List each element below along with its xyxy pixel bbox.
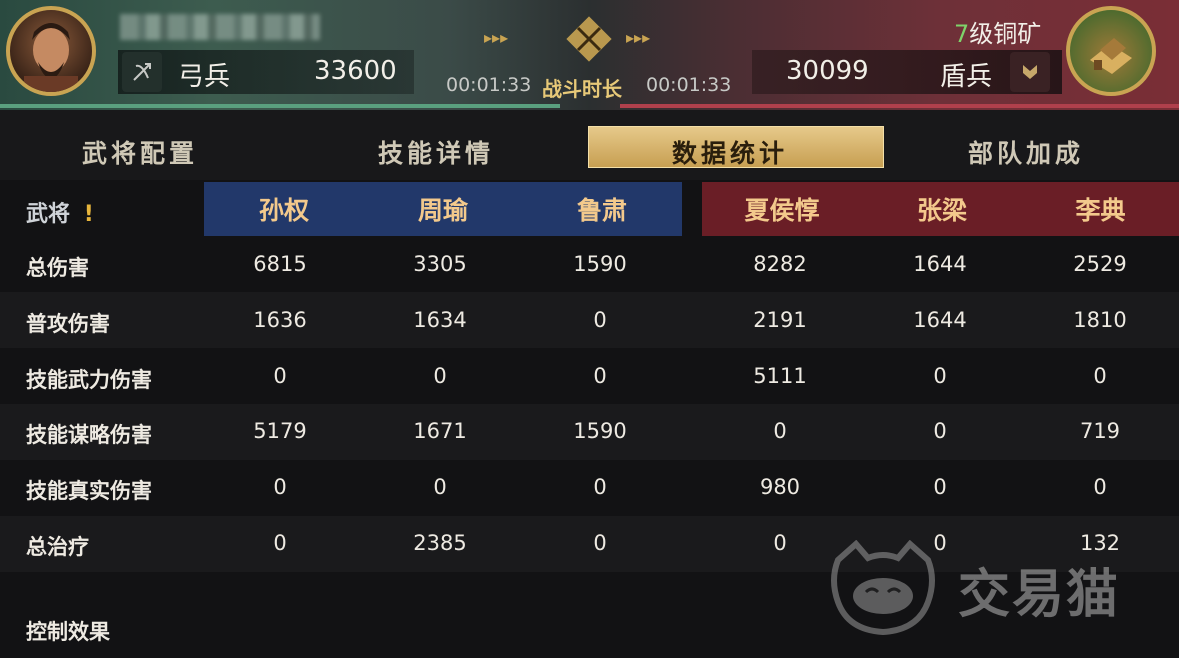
row-label: 总治疗 — [26, 535, 89, 559]
general-header-4[interactable]: 张梁 — [862, 182, 1022, 236]
battle-header: 弓兵 33600 ▸▸▸ ▸▸▸ 00:01:33 战斗时长 00:01:33 … — [0, 0, 1179, 110]
table-cell: 8282 — [753, 252, 807, 276]
copper-mine-icon — [1090, 38, 1132, 74]
table-cell: 1636 — [253, 308, 307, 332]
table-cell: 2529 — [1073, 252, 1127, 276]
general-portrait-icon — [24, 23, 78, 92]
right-troop-type: 盾兵 — [940, 62, 993, 92]
table-cell: 2191 — [753, 308, 807, 332]
table-cell: 0 — [1093, 475, 1107, 499]
table-cell: 0 — [1093, 364, 1107, 388]
table-cell: 0 — [273, 364, 287, 388]
left-troop-type: 弓兵 — [178, 62, 231, 92]
row-label: 总伤害 — [26, 256, 89, 280]
table-cell: 0 — [933, 475, 947, 499]
table-cell: 0 — [593, 364, 607, 388]
tab-general-config[interactable]: 武将配置 — [82, 134, 198, 170]
table-cell: 2385 — [413, 531, 467, 555]
table-cell: 0 — [773, 419, 787, 443]
archer-badge — [122, 52, 162, 92]
shield-icon — [1023, 65, 1037, 79]
city-level: 7级铜矿 — [954, 14, 1041, 49]
table-cell: 1644 — [913, 308, 967, 332]
table-cell: 0 — [433, 475, 447, 499]
table-cell: 0 — [593, 531, 607, 555]
city-level-number: 7 — [954, 20, 970, 48]
table-cell: 1590 — [573, 419, 627, 443]
shield-badge — [1010, 52, 1050, 92]
left-team-line — [0, 104, 560, 108]
table-cell: 6815 — [253, 252, 307, 276]
table-cell: 0 — [433, 364, 447, 388]
watermark: 交易猫 — [828, 539, 1118, 640]
general-header-1[interactable]: 周瑜 — [364, 182, 522, 236]
table-cell: 0 — [593, 475, 607, 499]
table-cell: 1671 — [413, 419, 467, 443]
left-troop-count: 33600 — [314, 56, 397, 86]
crossed-swords-icon — [564, 14, 614, 64]
row-label: 技能真实伤害 — [26, 479, 152, 503]
general-header-3[interactable]: 夏侯惇 — [702, 182, 862, 236]
blurred-player-name — [120, 14, 320, 40]
tab-troop-bonus[interactable]: 部队加成 — [968, 134, 1084, 170]
general-label: 武将 — [26, 202, 71, 227]
general-header-label: 武将 ! — [26, 196, 94, 228]
table-cell: 1644 — [913, 252, 967, 276]
right-battle-time: 00:01:33 — [646, 74, 732, 96]
left-arrows-icon: ▸▸▸ — [484, 28, 509, 47]
table-cell: 0 — [273, 475, 287, 499]
table-cell: 1590 — [573, 252, 627, 276]
tab-data-statistics[interactable]: 数据统计 — [672, 134, 788, 170]
right-arrows-icon: ▸▸▸ — [626, 28, 651, 47]
general-header-5[interactable]: 李典 — [1022, 182, 1179, 236]
control-effects-section: 控制效果 — [26, 620, 110, 644]
table-cell: 0 — [273, 531, 287, 555]
left-player-avatar[interactable] — [6, 6, 96, 96]
bow-icon — [133, 63, 151, 81]
general-header-0[interactable]: 孙权 — [204, 182, 364, 236]
table-cell: 1634 — [413, 308, 467, 332]
table-cell: 719 — [1079, 419, 1121, 443]
table-cell: 5179 — [253, 419, 307, 443]
table-cell: 1810 — [1073, 308, 1127, 332]
table-cell: 0 — [933, 364, 947, 388]
table-cell: 3305 — [413, 252, 467, 276]
right-troop-count: 30099 — [786, 56, 869, 86]
row-label: 技能谋略伤害 — [26, 423, 152, 447]
tab-skill-details[interactable]: 技能详情 — [378, 134, 494, 170]
city-level-text: 级铜矿 — [969, 20, 1042, 48]
watermark-text: 交易猫 — [958, 565, 1121, 625]
right-team-line — [620, 104, 1179, 108]
cat-logo-icon — [831, 539, 935, 636]
right-city-avatar[interactable] — [1066, 6, 1156, 96]
table-cell: 0 — [933, 419, 947, 443]
table-cell: 5111 — [753, 364, 807, 388]
general-header-2[interactable]: 鲁肃 — [522, 182, 682, 236]
left-battle-time: 00:01:33 — [446, 74, 532, 96]
table-cell: 0 — [773, 531, 787, 555]
battle-duration-label: 战斗时长 — [542, 77, 622, 101]
table-cell: 980 — [759, 475, 801, 499]
table-cell: 0 — [593, 308, 607, 332]
info-icon[interactable]: ! — [84, 202, 94, 227]
row-label: 技能武力伤害 — [26, 368, 152, 392]
row-label: 普攻伤害 — [26, 312, 110, 336]
